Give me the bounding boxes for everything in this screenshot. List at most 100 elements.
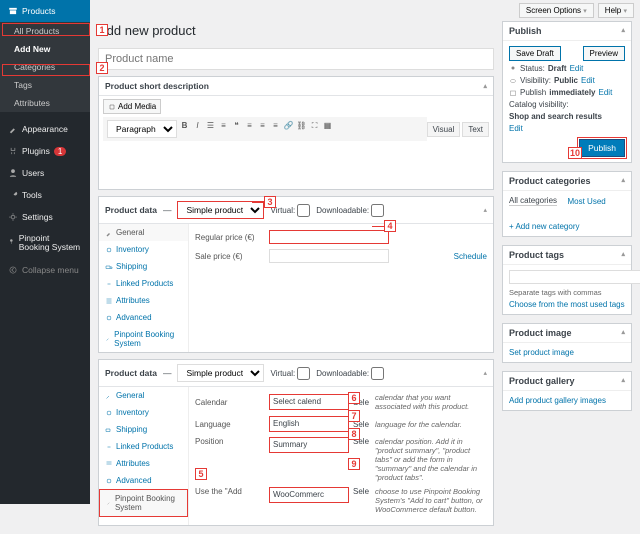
pd-tab-inventory-2[interactable]: Inventory	[99, 404, 188, 421]
publish-button[interactable]: Publish	[579, 139, 625, 157]
preview-button[interactable]: Preview	[583, 46, 625, 61]
subitem-categories[interactable]: Categories	[0, 58, 90, 76]
tag-input[interactable]	[509, 270, 640, 284]
schedule-link[interactable]: Schedule	[454, 252, 487, 261]
downloadable-label: Downloadable:	[316, 206, 369, 215]
sidebar-label: Appearance	[22, 124, 68, 134]
pd-tab-general-2[interactable]: General	[99, 387, 188, 404]
set-image-link[interactable]: Set product image	[509, 348, 625, 357]
sidebar-item-plugins[interactable]: Plugins 1	[0, 140, 90, 162]
align-left-icon[interactable]: ≡	[244, 120, 255, 131]
pd-tab-attributes[interactable]: Attributes	[99, 292, 188, 309]
sidebar-label: Settings	[22, 212, 53, 222]
sidebar-item-users[interactable]: Users	[0, 162, 90, 184]
edit-pub-link[interactable]: Edit	[599, 88, 613, 97]
list-ul-icon[interactable]: ☰	[205, 120, 216, 131]
sidebar-item-tools[interactable]: Tools	[0, 184, 90, 206]
link-icon[interactable]: 🔗	[283, 120, 294, 131]
edit-catalog-link[interactable]: Edit	[509, 124, 523, 133]
subitem-tags[interactable]: Tags	[0, 76, 90, 94]
calendar-select[interactable]: Select calend	[269, 394, 349, 410]
bold-icon[interactable]: B	[179, 120, 190, 131]
collapse-icon[interactable]: ▴	[621, 176, 625, 186]
hint: Sele	[353, 437, 369, 446]
subitem-add-new[interactable]: Add New	[0, 40, 90, 58]
cart-select[interactable]: WooCommerc	[269, 487, 349, 503]
add-category-link[interactable]: + Add new category	[509, 222, 625, 231]
plug-icon	[8, 146, 18, 156]
collapse-icon[interactable]: ▴	[621, 26, 625, 36]
pd-tab-linked[interactable]: Linked Products	[99, 275, 188, 292]
sidebar-label: Users	[22, 168, 44, 178]
product-title-input[interactable]	[98, 48, 494, 70]
sidebar-label: Pinpoint Booking System	[19, 234, 82, 253]
publish-box: Publish▴ Save DraftPreview Status: Draft…	[502, 21, 632, 163]
italic-icon[interactable]: I	[192, 120, 203, 131]
desc: choose to use Pinpoint Booking System's …	[375, 487, 487, 514]
screen-options-button[interactable]: Screen Options ▾	[519, 3, 594, 18]
add-media-button[interactable]: Add Media	[103, 99, 161, 114]
help-button[interactable]: Help ▾	[598, 3, 634, 18]
pub-value: immediately	[549, 88, 595, 97]
pd-tab-advanced-2[interactable]: Advanced	[99, 472, 188, 489]
pd-tab-pinpoint-2[interactable]: Pinpoint Booking System	[99, 489, 188, 517]
text-tab[interactable]: Text	[462, 122, 489, 137]
collapse-icon[interactable]: ▴	[483, 206, 487, 214]
align-center-icon[interactable]: ≡	[257, 120, 268, 131]
most-used-tab[interactable]: Most Used	[567, 197, 605, 206]
downloadable-checkbox-2[interactable]	[371, 367, 384, 380]
fullscreen-icon[interactable]: ⛶	[309, 120, 320, 131]
collapse-icon[interactable]: ▴	[621, 328, 625, 338]
product-type-select-2[interactable]: Simple product	[177, 364, 264, 382]
toolbar-toggle-icon[interactable]: ▦	[322, 120, 333, 131]
pd-tab-shipping-2[interactable]: Shipping	[99, 421, 188, 438]
pd-tab-general[interactable]: General	[99, 224, 188, 241]
position-select[interactable]: Summary	[269, 437, 349, 453]
subitem-all-products[interactable]: All Products	[0, 22, 90, 40]
unlink-icon[interactable]: ⛓	[296, 120, 307, 131]
visual-tab[interactable]: Visual	[427, 122, 461, 137]
box-title-text: Product image	[509, 328, 572, 338]
page-title: Add new product	[98, 23, 494, 38]
sale-price-input[interactable]	[269, 249, 389, 263]
choose-tags-link[interactable]: Choose from the most used tags	[509, 300, 625, 309]
pd-tab-shipping[interactable]: Shipping	[99, 258, 188, 275]
list-ol-icon[interactable]: ≡	[218, 120, 229, 131]
all-cat-tab[interactable]: All categories	[509, 196, 557, 206]
virtual-checkbox[interactable]	[297, 204, 310, 217]
collapse-icon[interactable]: ▴	[621, 250, 625, 260]
paragraph-select[interactable]: Paragraph	[107, 120, 177, 138]
archive-icon	[8, 6, 18, 16]
language-select[interactable]: English	[269, 416, 349, 432]
desc: calendar position. Add it in "product su…	[375, 437, 487, 482]
virtual-checkbox-2[interactable]	[297, 367, 310, 380]
pd-tab-linked-2[interactable]: Linked Products	[99, 438, 188, 455]
subitem-attributes[interactable]: Attributes	[0, 94, 90, 112]
cart-label: Use the "Add	[195, 487, 265, 496]
collapse-icon[interactable]: ▴	[621, 376, 625, 386]
edit-status-link[interactable]: Edit	[570, 64, 584, 73]
product-type-select[interactable]: Simple product	[177, 201, 264, 219]
align-right-icon[interactable]: ≡	[270, 120, 281, 131]
quote-icon[interactable]: ❝	[231, 120, 242, 131]
collapse-icon[interactable]: ▴	[483, 369, 487, 377]
sidebar-item-settings[interactable]: Settings	[0, 206, 90, 228]
catalog-value: Shop and search results	[509, 112, 602, 121]
pd-tab-pinpoint[interactable]: Pinpoint Booking System	[99, 326, 188, 352]
save-draft-button[interactable]: Save Draft	[509, 46, 561, 61]
sidebar-item-appearance[interactable]: Appearance	[0, 118, 90, 140]
regular-price-input[interactable]	[269, 230, 389, 244]
sidebar-item-products[interactable]: Products	[0, 0, 90, 22]
editor-content[interactable]	[99, 141, 493, 189]
add-gallery-link[interactable]: Add product gallery images	[509, 396, 625, 405]
collapse-menu[interactable]: Collapse menu	[0, 259, 90, 281]
product-data-panel-1: Product data — Simple product Virtual: D…	[98, 196, 494, 353]
sidebar-item-pinpoint[interactable]: Pinpoint Booking System	[0, 228, 90, 259]
pd-tab-attributes-2[interactable]: Attributes	[99, 455, 188, 472]
collapse-icon[interactable]: ▴	[483, 82, 487, 90]
box-title-text: Product gallery	[509, 376, 575, 386]
pd-tab-inventory[interactable]: Inventory	[99, 241, 188, 258]
edit-vis-link[interactable]: Edit	[581, 76, 595, 85]
pd-tab-advanced[interactable]: Advanced	[99, 309, 188, 326]
downloadable-checkbox[interactable]	[371, 204, 384, 217]
